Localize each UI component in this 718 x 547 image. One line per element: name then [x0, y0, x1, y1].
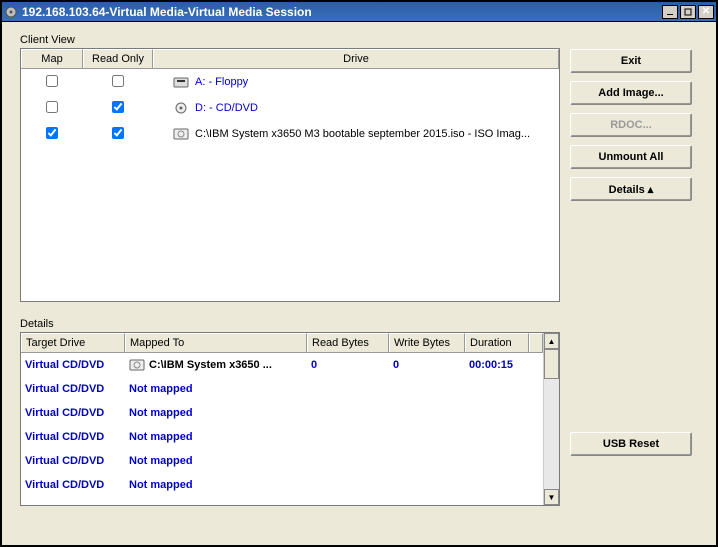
client-view-table: Map Read Only Drive A: - Floppy D: - CD/D…	[20, 48, 560, 302]
drive-label[interactable]: D: - CD/DVD	[195, 102, 258, 114]
header-read-only[interactable]: Read Only	[83, 49, 153, 68]
client-view-header: Map Read Only Drive	[21, 49, 559, 69]
map-checkbox[interactable]	[46, 75, 58, 87]
window: 192.168.103.64-Virtual Media-Virtual Med…	[0, 0, 718, 547]
add-image-button[interactable]: Add Image...	[570, 81, 692, 105]
window-title: 192.168.103.64-Virtual Media-Virtual Med…	[22, 5, 662, 19]
map-checkbox[interactable]	[46, 101, 58, 113]
details-row: Virtual CD/DVD Not mapped	[21, 449, 543, 473]
client-view-row: A: - Floppy	[21, 69, 559, 95]
write-bytes-value	[389, 411, 465, 415]
readonly-checkbox[interactable]	[112, 101, 124, 113]
header-read-bytes[interactable]: Read Bytes	[307, 333, 389, 352]
header-end	[529, 333, 543, 352]
duration-value	[465, 483, 529, 487]
side-buttons: Exit Add Image... RDOC... Unmount All De…	[570, 48, 692, 201]
map-checkbox[interactable]	[46, 127, 58, 139]
header-write-bytes[interactable]: Write Bytes	[389, 333, 465, 352]
details-row: Virtual CD/DVD Not mapped	[21, 473, 543, 497]
client-view-row: C:\IBM System x3650 M3 bootable septembe…	[21, 121, 559, 147]
close-button[interactable]: ✕	[698, 5, 714, 19]
write-bytes-value	[389, 387, 465, 391]
header-drive[interactable]: Drive	[153, 49, 559, 68]
scroll-thumb[interactable]	[544, 349, 559, 379]
target-drive-value: Virtual CD/DVD	[21, 357, 125, 373]
target-drive-value: Virtual CD/DVD	[21, 429, 125, 445]
titlebar: 192.168.103.64-Virtual Media-Virtual Med…	[2, 2, 716, 22]
drive-icon	[129, 358, 145, 372]
maximize-button[interactable]	[680, 5, 696, 19]
scroll-up-button[interactable]: ▲	[544, 333, 559, 349]
drive-icon	[173, 75, 189, 89]
write-bytes-value	[389, 435, 465, 439]
details-table: Target Drive Mapped To Read Bytes Write …	[20, 332, 560, 506]
scroll-track[interactable]	[544, 379, 559, 489]
mapped-to-value: Not mapped	[129, 407, 193, 419]
duration-value	[465, 387, 529, 391]
duration-value: 00:00:15	[465, 357, 529, 373]
details-row: Virtual CD/DVD Not mapped	[21, 425, 543, 449]
header-target-drive[interactable]: Target Drive	[21, 333, 125, 352]
header-map[interactable]: Map	[21, 49, 83, 68]
read-bytes-value	[307, 483, 389, 487]
window-controls: ✕	[662, 5, 714, 19]
mapped-to-value: Not mapped	[129, 479, 193, 491]
read-bytes-value	[307, 411, 389, 415]
target-drive-value: Virtual CD/DVD	[21, 453, 125, 469]
target-drive-value: Virtual CD/DVD	[21, 381, 125, 397]
rdoc-button: RDOC...	[570, 113, 692, 137]
duration-value	[465, 459, 529, 463]
mapped-to-value: Not mapped	[129, 455, 193, 467]
write-bytes-value	[389, 459, 465, 463]
side-buttons-2: USB Reset	[570, 332, 692, 456]
readonly-checkbox[interactable]	[112, 75, 124, 87]
duration-value	[465, 435, 529, 439]
details-row: Virtual CD/DVDC:\IBM System x3650 ...000…	[21, 353, 543, 377]
drive-label[interactable]: A: - Floppy	[195, 76, 248, 88]
details-label: Details	[20, 318, 698, 330]
read-bytes-value	[307, 459, 389, 463]
mapped-to-value: Not mapped	[129, 383, 193, 395]
mapped-to-value: Not mapped	[129, 431, 193, 443]
drive-icon	[173, 101, 189, 115]
read-bytes-value	[307, 387, 389, 391]
write-bytes-value	[389, 483, 465, 487]
client-view-row: D: - CD/DVD	[21, 95, 559, 121]
client-view-label: Client View	[20, 34, 698, 46]
readonly-checkbox[interactable]	[112, 127, 124, 139]
target-drive-value: Virtual CD/DVD	[21, 405, 125, 421]
usb-reset-button[interactable]: USB Reset	[570, 432, 692, 456]
mapped-to-value: C:\IBM System x3650 ...	[149, 359, 272, 371]
target-drive-value: Virtual CD/DVD	[21, 477, 125, 493]
write-bytes-value: 0	[389, 357, 465, 373]
drive-icon	[173, 127, 189, 141]
details-row: Virtual CD/DVD Not mapped	[21, 401, 543, 425]
app-icon	[4, 5, 18, 19]
unmount-all-button[interactable]: Unmount All	[570, 145, 692, 169]
duration-value	[465, 411, 529, 415]
scroll-down-button[interactable]: ▼	[544, 489, 559, 505]
drive-label: C:\IBM System x3650 M3 bootable septembe…	[195, 128, 530, 140]
exit-button[interactable]: Exit	[570, 49, 692, 73]
details-row: Virtual CD/DVD Not mapped	[21, 377, 543, 401]
minimize-button[interactable]	[662, 5, 678, 19]
read-bytes-value	[307, 435, 389, 439]
details-header: Target Drive Mapped To Read Bytes Write …	[21, 333, 543, 353]
details-scrollbar[interactable]: ▲ ▼	[543, 333, 559, 505]
details-toggle-button[interactable]: Details ▴	[570, 177, 692, 201]
header-duration[interactable]: Duration	[465, 333, 529, 352]
content-area: Client View Map Read Only Drive A: - Flo…	[2, 22, 716, 545]
read-bytes-value: 0	[307, 357, 389, 373]
header-mapped-to[interactable]: Mapped To	[125, 333, 307, 352]
